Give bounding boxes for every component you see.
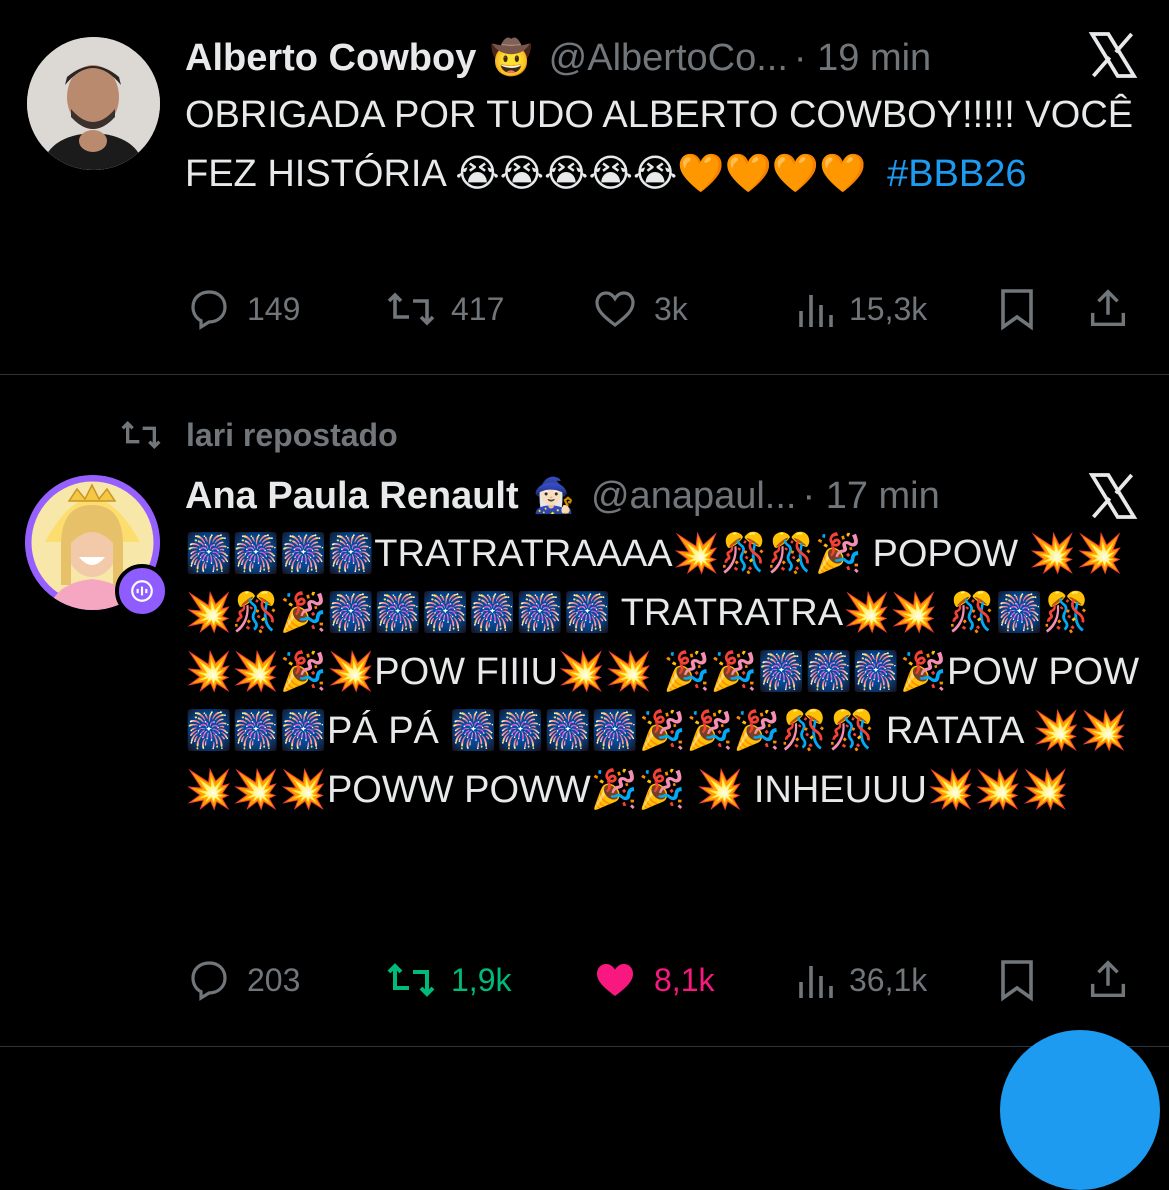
reply-button[interactable]: 149 (185, 279, 300, 339)
avatar-photo-icon (27, 37, 160, 170)
name-emoji: 🤠 (490, 39, 533, 77)
bookmark-icon (1001, 960, 1033, 1002)
timestamp[interactable]: · 19 min (794, 37, 931, 80)
handle[interactable]: @anapaul... (591, 475, 797, 518)
repost-icon (121, 420, 161, 450)
reposted-by: lari repostado (186, 416, 398, 453)
repost-button[interactable]: 417 (385, 279, 504, 339)
repost-count: 417 (451, 290, 505, 327)
reply-count: 149 (247, 290, 301, 327)
display-name[interactable]: Alberto Cowboy (185, 37, 476, 80)
display-name[interactable]: Ana Paula Renault (185, 475, 519, 518)
divider (0, 1046, 1169, 1047)
tweet-text-content: 🎆🎆🎆🎆TRATRATRAAAA💥🎊🎊🎉 POPOW 💥💥💥🎊🎉🎆🎆🎆🎆🎆🎆 T… (185, 533, 1140, 811)
tweet-text: OBRIGADA POR TUDO ALBERTO COWBOY!!!!! VO… (185, 86, 1145, 204)
repost-button[interactable]: 1,9k (385, 950, 511, 1010)
name-emoji: 🧙🏻‍♀️ (532, 477, 575, 515)
like-button[interactable]: 8,1k (590, 950, 714, 1010)
heart-filled-icon (597, 964, 633, 996)
views-count: 15,3k (849, 290, 928, 327)
like-count: 3k (654, 290, 688, 327)
heart-icon (595, 291, 635, 328)
bookmark-icon (1001, 289, 1033, 331)
avatar[interactable] (27, 37, 160, 170)
repost-icon (387, 963, 435, 997)
repost-icon (387, 292, 435, 326)
views-icon (799, 966, 833, 998)
handle[interactable]: @AlbertoCo... (549, 37, 788, 80)
reply-icon (191, 290, 227, 330)
repost-count: 1,9k (451, 961, 512, 998)
share-icon (1090, 960, 1126, 998)
views-button[interactable]: 36,1k (795, 950, 927, 1010)
action-bar: 149 417 3k 15,3k (185, 279, 1140, 339)
views-count: 36,1k (849, 961, 928, 998)
like-count: 8,1k (654, 961, 715, 998)
share-button[interactable] (1085, 279, 1131, 339)
timestamp[interactable]: · 17 min (802, 475, 939, 518)
bookmark-button[interactable] (995, 279, 1039, 339)
bookmark-button[interactable] (995, 950, 1039, 1010)
tweet-1[interactable]: Alberto Cowboy 🤠 @AlbertoCo... · 19 min … (0, 0, 1169, 375)
hashtag-link[interactable]: #BBB26 (887, 153, 1026, 195)
audio-badge-icon (131, 580, 153, 602)
share-button[interactable] (1085, 950, 1131, 1010)
tweet-header: Ana Paula Renault 🧙🏻‍♀️ @anapaul... · 17… (185, 466, 940, 526)
share-icon (1090, 289, 1126, 327)
views-icon (799, 295, 833, 327)
action-bar: 203 1,9k 8,1k 36,1k (185, 950, 1140, 1010)
verified-badge[interactable] (115, 564, 169, 618)
tweet-header: Alberto Cowboy 🤠 @AlbertoCo... · 19 min (185, 28, 931, 88)
x-logo-icon[interactable] (1085, 468, 1141, 524)
compose-button[interactable] (1000, 1030, 1160, 1190)
reply-count: 203 (247, 961, 301, 998)
tweet-text: 🎆🎆🎆🎆TRATRATRAAAA💥🎊🎊🎉 POPOW 💥💥💥🎊🎉🎆🎆🎆🎆🎆🎆 T… (185, 525, 1145, 820)
x-logo-icon[interactable] (1085, 27, 1141, 83)
views-button[interactable]: 15,3k (795, 279, 927, 339)
like-button[interactable]: 3k (590, 279, 688, 339)
reply-button[interactable]: 203 (185, 950, 300, 1010)
repost-context[interactable]: lari repostado (118, 410, 398, 460)
reply-icon (191, 961, 227, 1001)
